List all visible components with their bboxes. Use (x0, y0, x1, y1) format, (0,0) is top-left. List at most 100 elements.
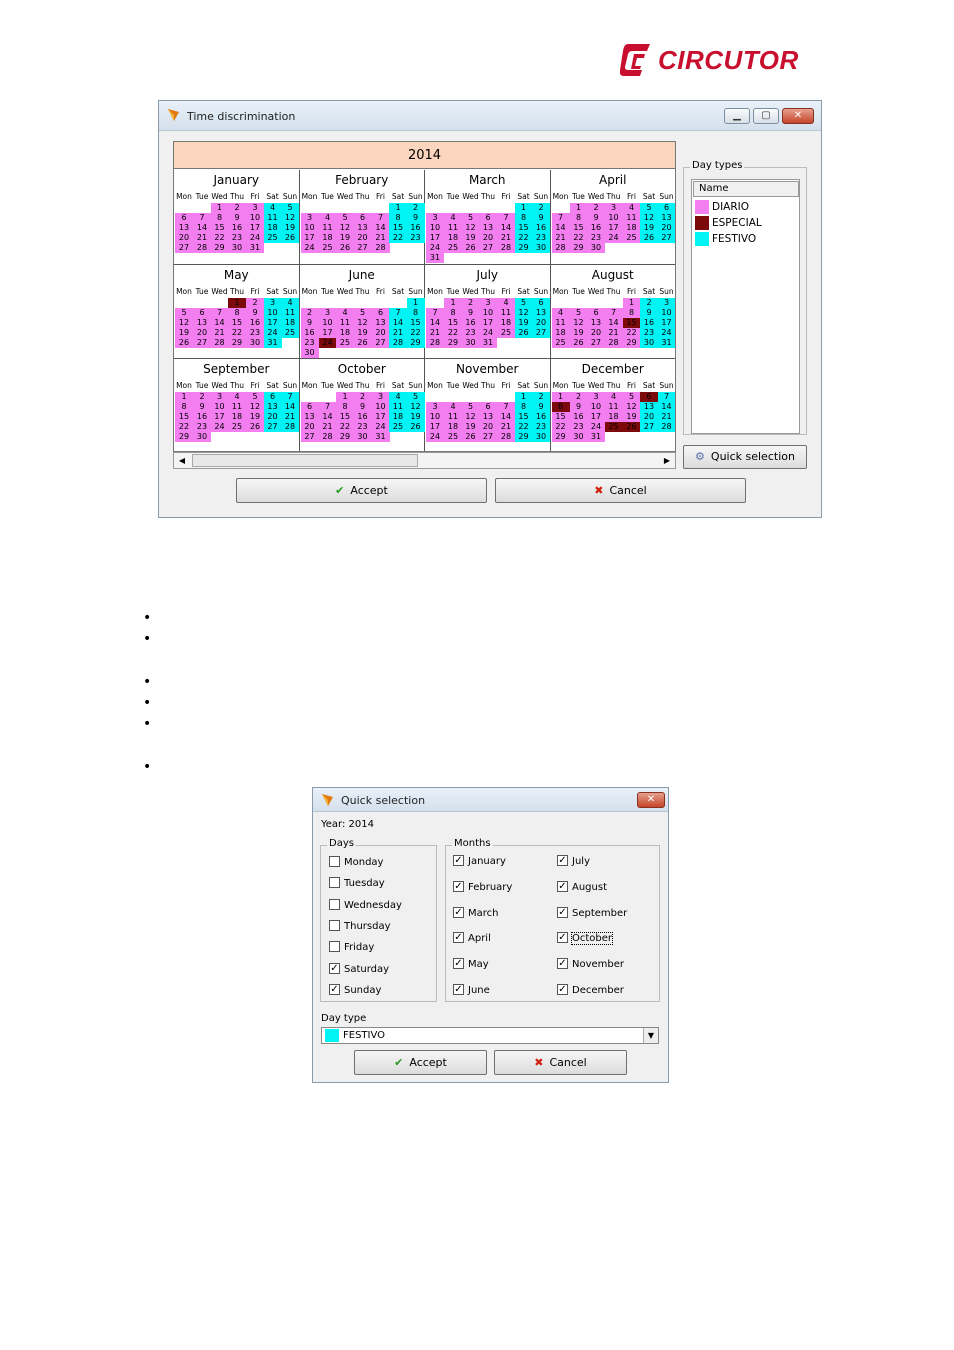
calendar-day[interactable]: 25 (318, 243, 337, 253)
calendar-day[interactable]: 27 (263, 422, 282, 432)
calendar-day[interactable]: 24 (210, 422, 229, 432)
calendar-day[interactable]: 19 (461, 233, 480, 243)
calendar-day[interactable]: 27 (353, 243, 372, 253)
calendar-day[interactable]: 11 (318, 223, 337, 233)
calendar-day[interactable]: 5 (622, 392, 641, 402)
calendar-day[interactable]: 15 (389, 223, 407, 233)
scroll-thumb[interactable] (192, 454, 418, 467)
calendar-day[interactable]: 15 (444, 317, 462, 328)
calendar-day[interactable]: 3 (318, 307, 337, 318)
calendar-day[interactable]: 11 (281, 307, 299, 318)
calendar-day[interactable]: 30 (569, 432, 588, 442)
calendar-day[interactable]: 26 (514, 327, 533, 338)
calendar-day[interactable]: 25 (497, 327, 515, 338)
minimize-button[interactable]: ▁ (724, 108, 750, 124)
calendar-day[interactable]: 30 (587, 243, 605, 253)
calendar-day[interactable]: 24 (371, 422, 390, 432)
calendar-day[interactable]: 14 (318, 412, 337, 422)
calendar-day[interactable]: 8 (622, 307, 641, 318)
calendar-day[interactable]: 19 (175, 327, 193, 338)
calendar-day[interactable]: 16 (569, 412, 588, 422)
accept-button[interactable]: ✔ Accept (354, 1050, 487, 1075)
calendar-day[interactable]: 8 (514, 402, 533, 412)
month-checkbox[interactable]: ✓ (557, 880, 568, 892)
calendar-day[interactable]: 27 (640, 422, 658, 432)
calendar-day[interactable]: 14 (497, 223, 515, 233)
calendar-day[interactable]: 31 (263, 337, 282, 348)
calendar-day[interactable]: 5 (640, 203, 658, 213)
calendar-day[interactable]: 27 (657, 233, 675, 243)
calendar-day[interactable]: 4 (281, 297, 299, 308)
calendar-day[interactable]: 20 (657, 223, 675, 233)
calendar-day[interactable]: 11 (228, 402, 246, 412)
calendar-day[interactable]: 4 (497, 297, 515, 308)
day-types-list[interactable]: Name DIARIO ESPECIAL FESTIVO (691, 179, 800, 434)
calendar-day[interactable]: 15 (336, 412, 354, 422)
calendar-day[interactable]: 19 (246, 412, 264, 422)
calendar-day[interactable]: 23 (640, 327, 658, 338)
calendar-day[interactable]: 10 (246, 213, 264, 223)
calendar-day[interactable]: 17 (604, 223, 623, 233)
scroll-left-arrow-icon[interactable]: ◀ (174, 453, 190, 468)
calendar-day[interactable]: 16 (353, 412, 372, 422)
calendar-day[interactable]: 25 (604, 422, 623, 432)
calendar-day[interactable]: 5 (461, 402, 480, 412)
calendar-day[interactable]: 23 (532, 233, 550, 243)
calendar-day[interactable]: 2 (532, 392, 550, 402)
calendar-day[interactable]: 28 (371, 243, 390, 253)
calendar-day[interactable]: 30 (640, 337, 658, 348)
calendar-day[interactable]: 21 (426, 327, 444, 338)
calendar-day[interactable]: 7 (389, 307, 407, 318)
calendar-day[interactable]: 1 (406, 297, 425, 308)
calendar-day[interactable]: 25 (444, 243, 462, 253)
calendar-day[interactable]: 23 (587, 233, 605, 243)
calendar-day[interactable]: 12 (461, 412, 480, 422)
month-checkbox[interactable]: ✓ (557, 855, 568, 866)
calendar-day[interactable]: 11 (444, 412, 462, 422)
chevron-down-icon[interactable]: ▼ (643, 1028, 658, 1043)
calendar-day[interactable]: 26 (281, 233, 299, 243)
calendar-day[interactable]: 5 (514, 297, 533, 308)
calendar-day[interactable]: 19 (353, 327, 372, 338)
calendar-day[interactable]: 27 (175, 243, 193, 253)
calendar-day[interactable]: 29 (622, 337, 641, 348)
calendar-day[interactable]: 16 (587, 223, 605, 233)
calendar-day[interactable]: 29 (210, 243, 229, 253)
calendar-day[interactable]: 8 (175, 402, 193, 412)
calendar-day[interactable]: 19 (281, 223, 299, 233)
calendar-day[interactable]: 20 (175, 233, 193, 243)
calendar-day[interactable]: 8 (514, 213, 533, 223)
calendar-day[interactable]: 3 (657, 297, 675, 308)
calendar-day[interactable]: 12 (281, 213, 299, 223)
calendar-day[interactable]: 20 (640, 412, 658, 422)
calendar-day[interactable]: 24 (246, 233, 264, 243)
calendar-day[interactable]: 15 (228, 317, 246, 328)
calendar-day[interactable]: 1 (175, 392, 193, 402)
calendar-day[interactable]: 20 (300, 422, 319, 432)
calendar-day[interactable]: 7 (371, 213, 390, 223)
calendar-day[interactable]: 9 (532, 402, 550, 412)
calendar-day[interactable]: 4 (551, 307, 570, 318)
month-checkbox[interactable]: ✓ (557, 958, 568, 970)
quick-selection-button[interactable]: ⚙ Quick selection (683, 445, 807, 469)
calendar-day[interactable]: 23 (353, 422, 372, 432)
calendar-day[interactable]: 3 (263, 297, 282, 308)
calendar-day[interactable]: 10 (318, 317, 337, 328)
calendar-day[interactable]: 15 (551, 412, 570, 422)
month-checkbox[interactable]: ✓ (453, 906, 464, 918)
calendar-day[interactable]: 22 (336, 422, 354, 432)
calendar-day[interactable]: 4 (444, 213, 462, 223)
calendar-day[interactable]: 9 (461, 307, 480, 318)
calendar-day[interactable]: 15 (175, 412, 193, 422)
calendar-day[interactable]: 26 (569, 337, 588, 348)
calendar-day[interactable]: 5 (569, 307, 588, 318)
calendar-day[interactable]: 4 (444, 402, 462, 412)
calendar-day[interactable]: 27 (371, 337, 390, 348)
calendar-day[interactable]: 19 (569, 327, 588, 338)
calendar-day[interactable]: 3 (300, 213, 319, 223)
calendar-day[interactable]: 16 (300, 327, 319, 338)
calendar-day[interactable]: 25 (622, 233, 641, 243)
calendar-day[interactable]: 2 (228, 203, 246, 213)
calendar-day[interactable]: 5 (353, 307, 372, 318)
month-checkbox[interactable]: ✓ (453, 880, 464, 892)
